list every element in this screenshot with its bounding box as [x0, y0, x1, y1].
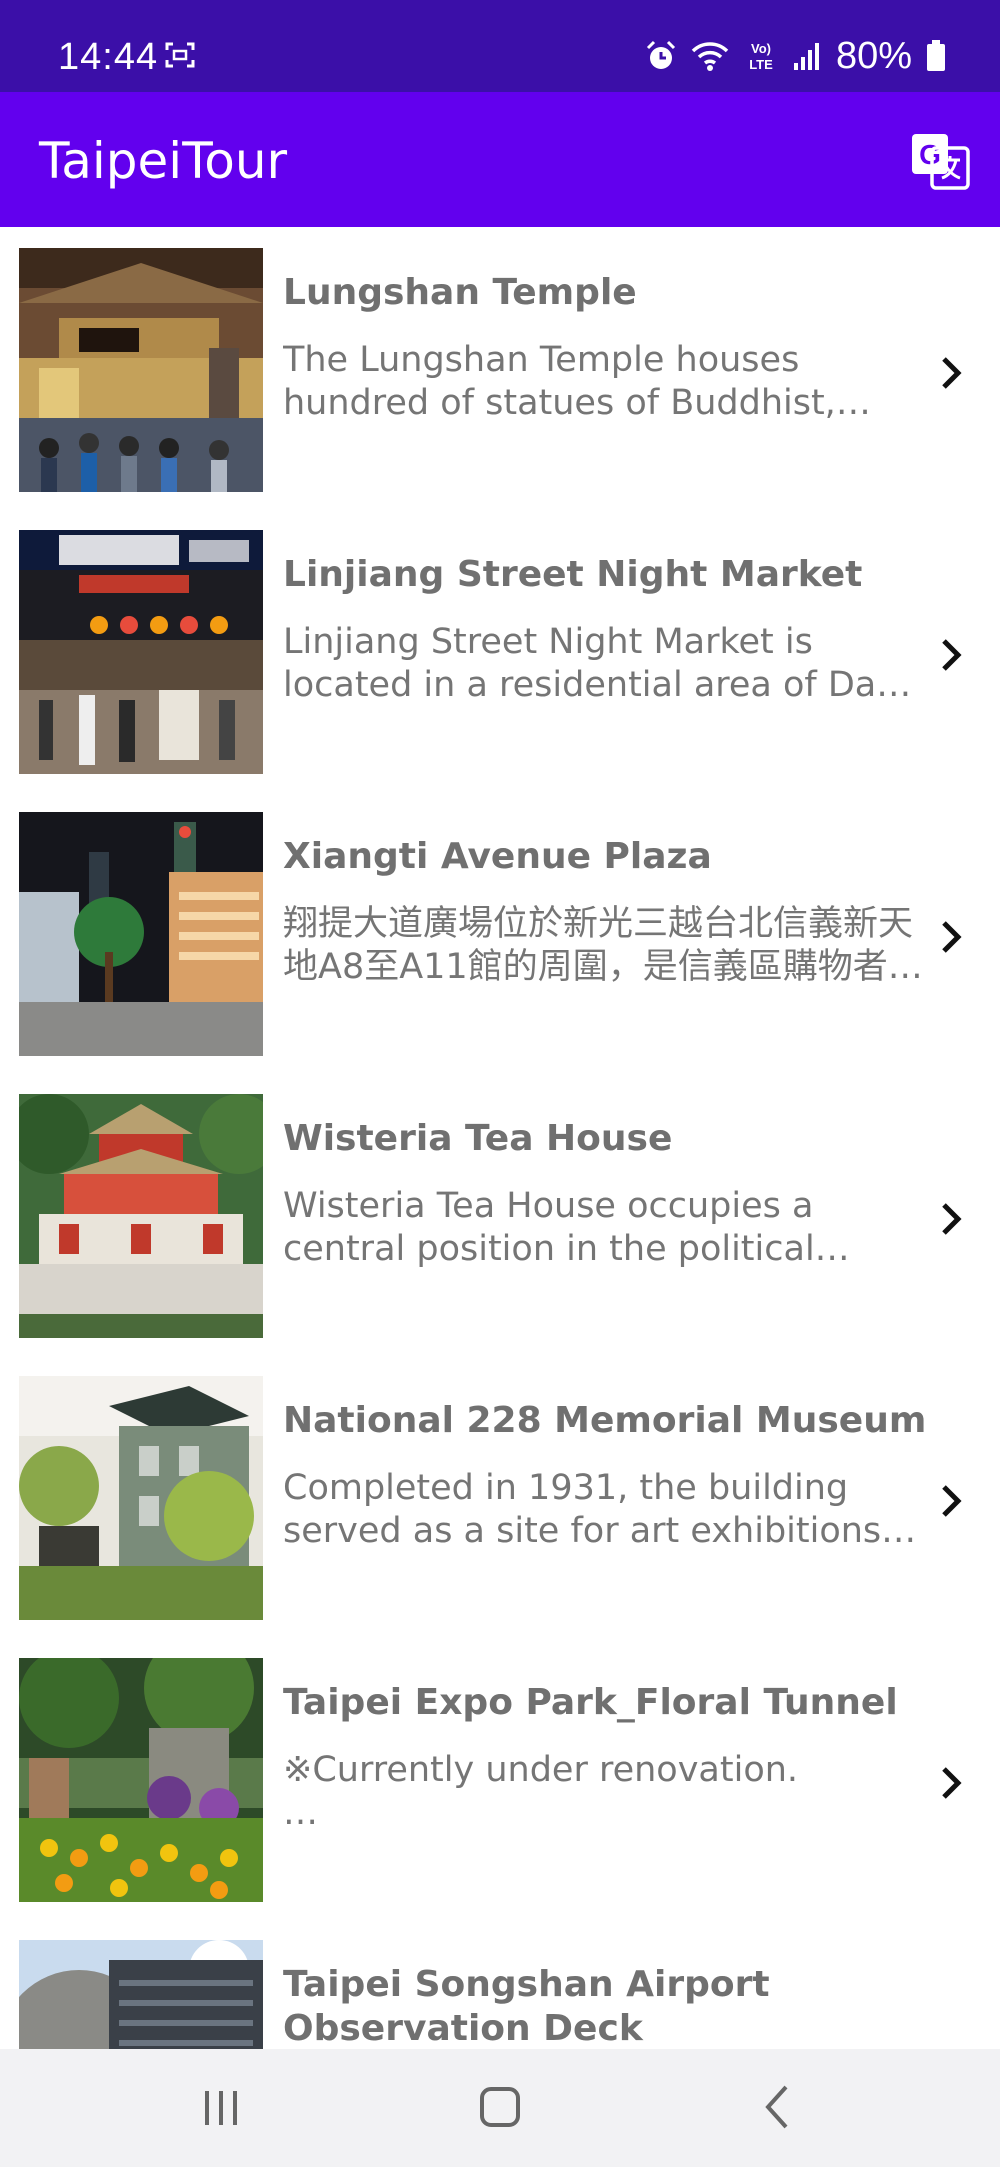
item-description: Linjiang Street Night Market is located … [283, 622, 889, 705]
thumbnail-image [19, 812, 263, 1056]
svg-text:G: G [919, 139, 941, 170]
screenshot-icon [165, 42, 195, 68]
item-title: Linjiang Street Night Market [283, 554, 863, 595]
thumbnail-image [19, 1940, 263, 2049]
item-description: The Lungshan Temple houses hundred of st… [283, 340, 836, 423]
item-title: National 228 Memorial Museum [283, 1400, 927, 1441]
translate-icon[interactable]: G [910, 130, 970, 190]
item-description: Wisteria Tea House occupies a central po… [283, 1186, 815, 1269]
item-title: Xiangti Avenue Plaza [283, 836, 712, 877]
item-title: Lungshan Temple [283, 272, 637, 313]
item-title: Wisteria Tea House [283, 1118, 673, 1159]
battery-icon [927, 40, 945, 71]
signal-icon [793, 43, 819, 70]
list-item[interactable]: Lungshan Temple The Lungshan Temple hous… [0, 227, 1000, 509]
svg-text:Vo): Vo) [751, 41, 771, 56]
thumbnail-image [19, 248, 263, 492]
alarm-icon [646, 40, 675, 69]
item-description: Completed in 1931, the building served a… [283, 1468, 882, 1551]
chevron-right-icon [942, 1767, 962, 1799]
list-item[interactable]: Wisteria Tea House Wisteria Tea House oc… [0, 1073, 1000, 1355]
app-title: TaipeiTour [39, 132, 288, 190]
back-icon[interactable] [750, 2077, 810, 2137]
list-item[interactable]: National 228 Memorial Museum Completed i… [0, 1355, 1000, 1637]
thumbnail-image [19, 530, 263, 774]
attraction-list[interactable]: Lungshan Temple The Lungshan Temple hous… [0, 227, 1000, 2049]
recents-icon[interactable] [191, 2077, 251, 2137]
item-title: Taipei Songshan Airport Observation Deck [283, 1964, 770, 2049]
navigation-bar [0, 2049, 1000, 2167]
chevron-right-icon [942, 921, 962, 953]
item-description: ※Currently under renovation. … [283, 1750, 799, 1833]
item-description: 翔提大道廣場位於新光三越台北信義新天地A8至A11館的周圍，是信義區購物者… [283, 904, 923, 987]
list-item[interactable]: Xiangti Avenue Plaza 翔提大道廣場位於新光三越台北信義新天地… [0, 791, 1000, 1073]
status-time: 14:44 [58, 36, 159, 78]
svg-text:LTE: LTE [749, 57, 773, 72]
thumbnail-image [19, 1094, 263, 1338]
battery-percent: 80% [835, 34, 912, 77]
thumbnail-image [19, 1658, 263, 1902]
list-item[interactable]: Taipei Songshan Airport Observation Deck [0, 1919, 1000, 2049]
chevron-right-icon [942, 1203, 962, 1235]
item-title: Taipei Expo Park_Floral Tunnel [283, 1682, 898, 1723]
chevron-right-icon [942, 1485, 962, 1517]
chevron-right-icon [942, 639, 962, 671]
home-icon[interactable] [470, 2077, 530, 2137]
status-bar: 14:44 Vo) LTE 80% [0, 0, 1000, 92]
volte-icon: Vo) LTE [749, 41, 773, 72]
thumbnail-image [19, 1376, 263, 1620]
status-icons: Vo) LTE 80% [646, 34, 946, 78]
app-bar: TaipeiTour G [0, 92, 1000, 227]
list-item[interactable]: Taipei Expo Park_Floral Tunnel ※Currentl… [0, 1637, 1000, 1919]
list-item[interactable]: Linjiang Street Night Market Linjiang St… [0, 509, 1000, 791]
wifi-icon [691, 42, 729, 71]
chevron-right-icon [942, 357, 962, 389]
